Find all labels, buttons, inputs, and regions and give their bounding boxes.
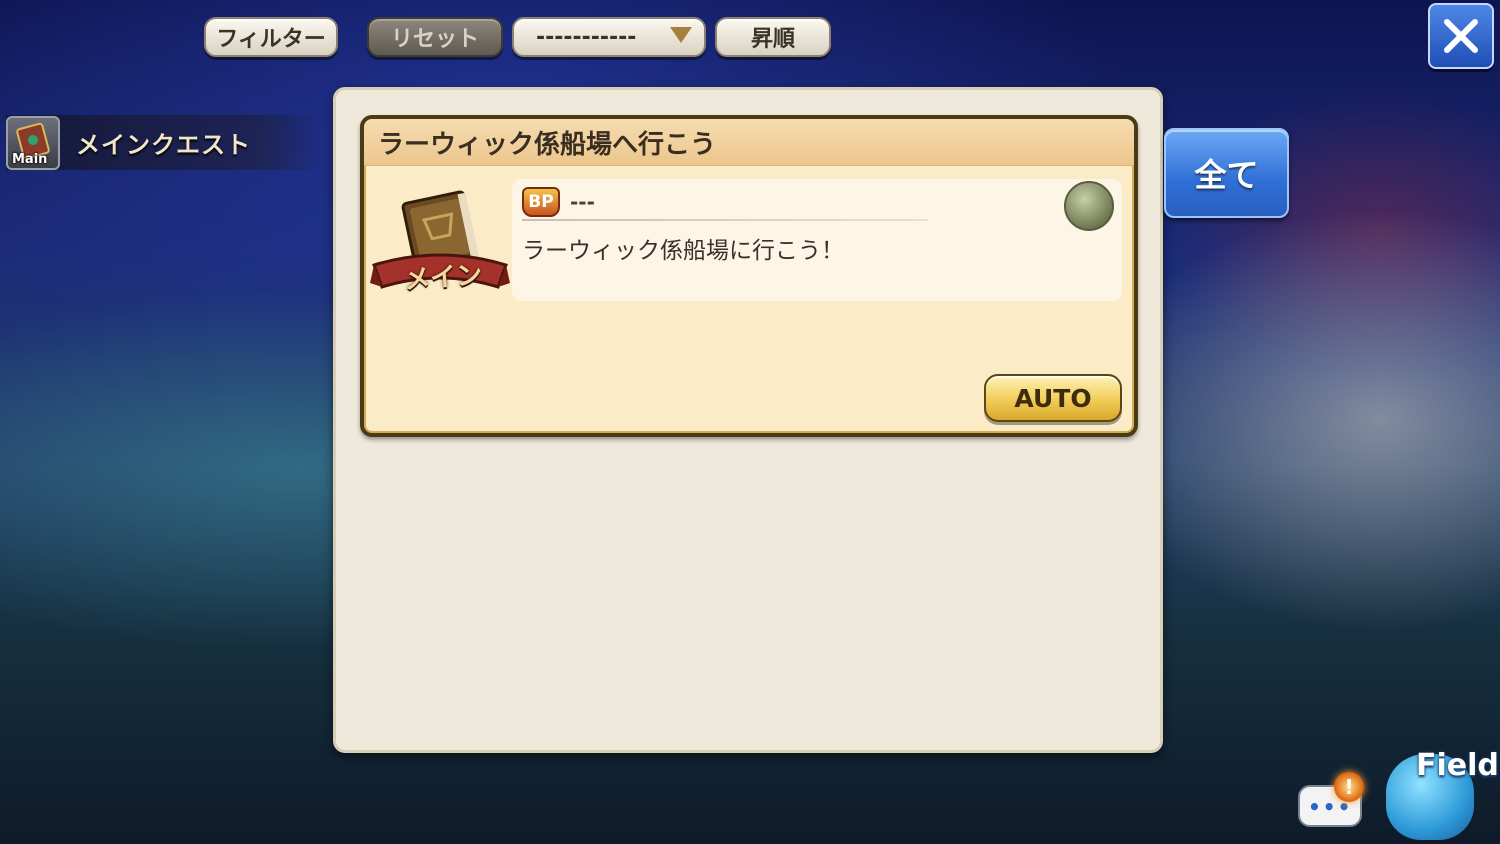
sidebar-item-label: メインクエスト (76, 131, 251, 159)
main-quest-badge-icon: Main (6, 115, 60, 170)
npc-face-icon (1064, 181, 1114, 231)
filter-button[interactable]: フィルター (204, 17, 338, 57)
quest-detail-box: BP --- ラーウィック係船場に行こう！ (512, 179, 1122, 301)
sort-order-button[interactable]: 昇順 (715, 17, 831, 57)
quest-description: ラーウィック係船場に行こう！ (522, 238, 844, 264)
sidebar-item-main-quest[interactable]: Main メインクエスト (6, 115, 324, 170)
sort-select-value: ----------- (536, 24, 637, 50)
close-icon (1444, 19, 1478, 53)
main-badge-text: Main (12, 151, 48, 167)
auto-button-label: AUTO (1014, 383, 1092, 413)
auto-button[interactable]: AUTO (984, 374, 1122, 422)
detail-divider (522, 219, 928, 221)
all-button-label: 全て (1194, 156, 1259, 194)
quest-title: ラーウィック係船場へ行こう (378, 129, 717, 160)
sort-select[interactable]: ----------- (512, 17, 706, 57)
reset-button-label: リセット (390, 27, 479, 52)
chat-alert-badge: ! (1334, 772, 1364, 802)
emblem-label: メイン (403, 260, 484, 296)
quest-title-bar: ラーウィック係船場へ行こう (364, 119, 1134, 166)
field-button[interactable]: Field (1376, 742, 1500, 844)
main-quest-emblem: メイン (370, 187, 510, 307)
sort-order-label: 昇順 (750, 27, 795, 52)
bp-row: BP --- (522, 187, 595, 217)
chevron-down-icon (670, 27, 692, 43)
bp-icon: BP (522, 187, 560, 217)
reset-button[interactable]: リセット (367, 17, 503, 57)
close-button[interactable] (1428, 3, 1494, 69)
chat-alert-mark: ! (1344, 775, 1354, 799)
quest-card[interactable]: ラーウィック係船場へ行こう メイン BP --- ラーウィック係船場に行こう！ … (360, 115, 1138, 437)
bp-value: --- (570, 190, 595, 214)
filter-button-label: フィルター (216, 27, 326, 52)
field-label: Field (1416, 748, 1499, 783)
all-button[interactable]: 全て (1164, 128, 1289, 218)
